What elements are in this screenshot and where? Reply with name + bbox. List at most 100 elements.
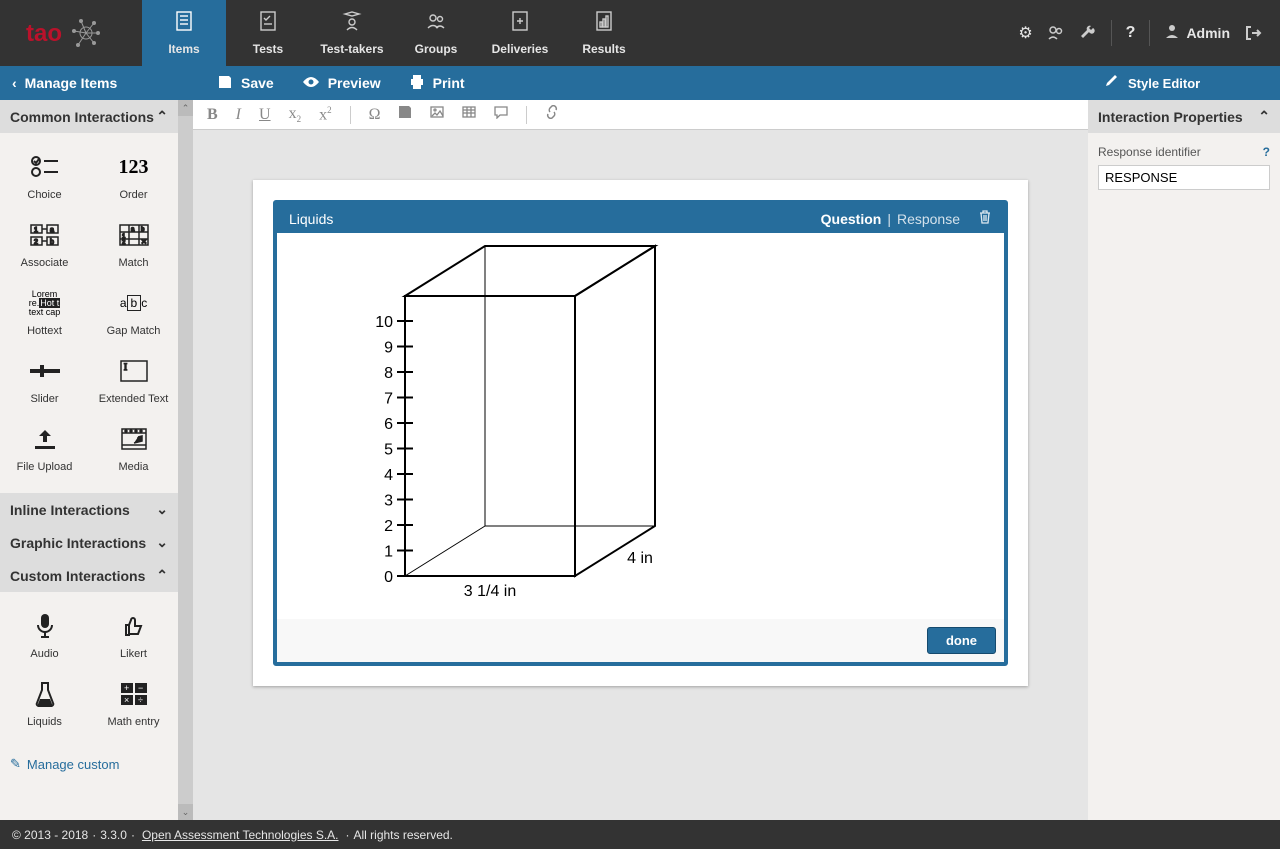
italic-button[interactable]: I: [232, 104, 245, 126]
tool-order[interactable]: 123 Order: [89, 143, 178, 211]
chevron-up-icon: ⌃: [156, 567, 168, 584]
response-id-label-row: Response identifier ?: [1098, 145, 1270, 159]
manage-custom-label: Manage custom: [27, 757, 120, 772]
admin-menu[interactable]: Admin: [1164, 23, 1230, 44]
table-icon[interactable]: [458, 103, 480, 126]
tool-match[interactable]: ab12✕ Match: [89, 211, 178, 279]
response-mode-button[interactable]: Response: [897, 211, 960, 227]
help-icon[interactable]: ?: [1126, 24, 1136, 42]
nav-items-tab[interactable]: Items: [142, 0, 226, 66]
tool-extendedtext[interactable]: I Extended Text: [89, 347, 178, 415]
save-icon[interactable]: [394, 103, 416, 126]
omega-button[interactable]: Ω: [365, 104, 385, 126]
nav-testtakers-tab[interactable]: Test-takers: [310, 0, 394, 66]
response-id-label: Response identifier: [1098, 145, 1201, 159]
manage-items-button[interactable]: ‹ Manage Items: [0, 66, 193, 100]
preview-button[interactable]: Preview: [302, 74, 381, 93]
nav-label: Groups: [415, 42, 458, 56]
user-icon: [1164, 23, 1180, 44]
tool-associate[interactable]: 1a2b Associate: [0, 211, 89, 279]
print-button[interactable]: Print: [409, 74, 465, 93]
nav-items: Items Tests Test-takers Groups Deliverie…: [142, 0, 646, 66]
inline-interactions-header[interactable]: Inline Interactions ⌄: [0, 493, 178, 526]
nav-groups-tab[interactable]: Groups: [394, 0, 478, 66]
users-icon[interactable]: [1047, 24, 1065, 42]
separator: [526, 106, 527, 124]
company-link[interactable]: Open Assessment Technologies S.A.: [142, 828, 339, 842]
section-label: Graphic Interactions: [10, 535, 146, 551]
svg-text:÷: ÷: [138, 695, 143, 705]
interaction-body[interactable]: 10 9 8 7 6 5 4 3 2 1: [277, 233, 1004, 619]
left-scrollbar[interactable]: ⌃ ⌄: [178, 100, 193, 820]
superscript-button[interactable]: x2: [315, 103, 336, 126]
svg-text:−: −: [138, 683, 143, 693]
svg-text:3: 3: [384, 493, 393, 510]
scroll-down-icon[interactable]: ⌄: [178, 804, 193, 820]
delete-icon[interactable]: [978, 209, 992, 228]
tool-hottext[interactable]: Loremre.Hot ttext cap Hottext: [0, 279, 89, 347]
tool-mathentry[interactable]: +−×÷ Math entry: [89, 670, 178, 738]
comment-icon[interactable]: [490, 103, 512, 126]
tool-gapmatch[interactable]: abc Gap Match: [89, 279, 178, 347]
rights-text: All rights reserved.: [354, 828, 453, 842]
graphic-interactions-header[interactable]: Graphic Interactions ⌄: [0, 526, 178, 559]
version-text: 3.3.0: [100, 828, 127, 842]
manage-custom-link[interactable]: ✎ Manage custom: [0, 748, 178, 780]
tool-media[interactable]: Media: [89, 415, 178, 483]
tool-audio[interactable]: Audio: [0, 602, 89, 670]
svg-text:5: 5: [384, 442, 393, 459]
nav-deliveries-tab[interactable]: Deliveries: [478, 0, 562, 66]
common-tools: Choice 123 Order 1a2b Associate ab12✕ Ma…: [0, 133, 178, 493]
copyright-text: © 2013 - 2018: [12, 828, 88, 842]
testtakers-icon: [341, 10, 363, 38]
nav-label: Items: [168, 42, 199, 56]
chevron-up-icon: ⌃: [156, 108, 168, 125]
preview-label: Preview: [328, 75, 381, 91]
groups-icon: [425, 10, 447, 38]
separator: [1111, 20, 1112, 46]
tool-slider[interactable]: Slider: [0, 347, 89, 415]
nav-results-tab[interactable]: Results: [562, 0, 646, 66]
underline-button[interactable]: U: [255, 104, 275, 126]
subscript-button[interactable]: x2: [285, 103, 306, 126]
question-mode-button[interactable]: Question: [821, 211, 882, 227]
tool-likert[interactable]: Likert: [89, 602, 178, 670]
pencil-icon: ✎: [10, 756, 21, 772]
svg-text:10: 10: [375, 314, 393, 331]
nav-tests-tab[interactable]: Tests: [226, 0, 310, 66]
tool-choice[interactable]: Choice: [0, 143, 89, 211]
properties-panel: Interaction Properties ⌃ Response identi…: [1088, 100, 1280, 820]
logout-icon[interactable]: [1244, 24, 1262, 42]
custom-interactions-header[interactable]: Custom Interactions ⌃: [0, 559, 178, 592]
match-icon: ab12✕: [119, 221, 149, 249]
brush-icon: [1102, 74, 1118, 93]
separator: [350, 106, 351, 124]
item-card[interactable]: Liquids Question | Response: [253, 180, 1028, 686]
help-icon[interactable]: ?: [1263, 145, 1270, 159]
svg-text:a: a: [50, 227, 54, 234]
save-label: Save: [241, 75, 274, 91]
interaction-properties-header[interactable]: Interaction Properties ⌃: [1088, 100, 1280, 133]
associate-icon: 1a2b: [30, 221, 60, 249]
save-button[interactable]: Save: [217, 74, 274, 93]
style-editor-button[interactable]: Style Editor: [1090, 66, 1280, 100]
interaction-header: Liquids Question | Response: [277, 204, 1004, 233]
done-button[interactable]: done: [927, 627, 996, 654]
image-icon[interactable]: [426, 103, 448, 126]
svg-text:I: I: [124, 362, 127, 372]
settings-icon[interactable]: ⚙: [1018, 23, 1032, 43]
common-interactions-header[interactable]: Common Interactions ⌃: [0, 100, 178, 133]
flask-icon: [35, 680, 55, 708]
separator: [1149, 20, 1150, 46]
scroll-up-icon[interactable]: ⌃: [178, 100, 193, 116]
app-logo[interactable]: tao: [0, 0, 142, 66]
response-id-input[interactable]: [1098, 165, 1270, 190]
tool-label: Choice: [27, 189, 61, 201]
link-icon[interactable]: [541, 103, 563, 126]
liquids-interaction: Liquids Question | Response: [273, 200, 1008, 666]
bold-button[interactable]: B: [203, 104, 222, 126]
tool-fileupload[interactable]: File Upload: [0, 415, 89, 483]
wrench-icon[interactable]: [1079, 24, 1097, 42]
tool-liquids[interactable]: Liquids: [0, 670, 89, 738]
depth-label: 4 in: [627, 550, 653, 567]
